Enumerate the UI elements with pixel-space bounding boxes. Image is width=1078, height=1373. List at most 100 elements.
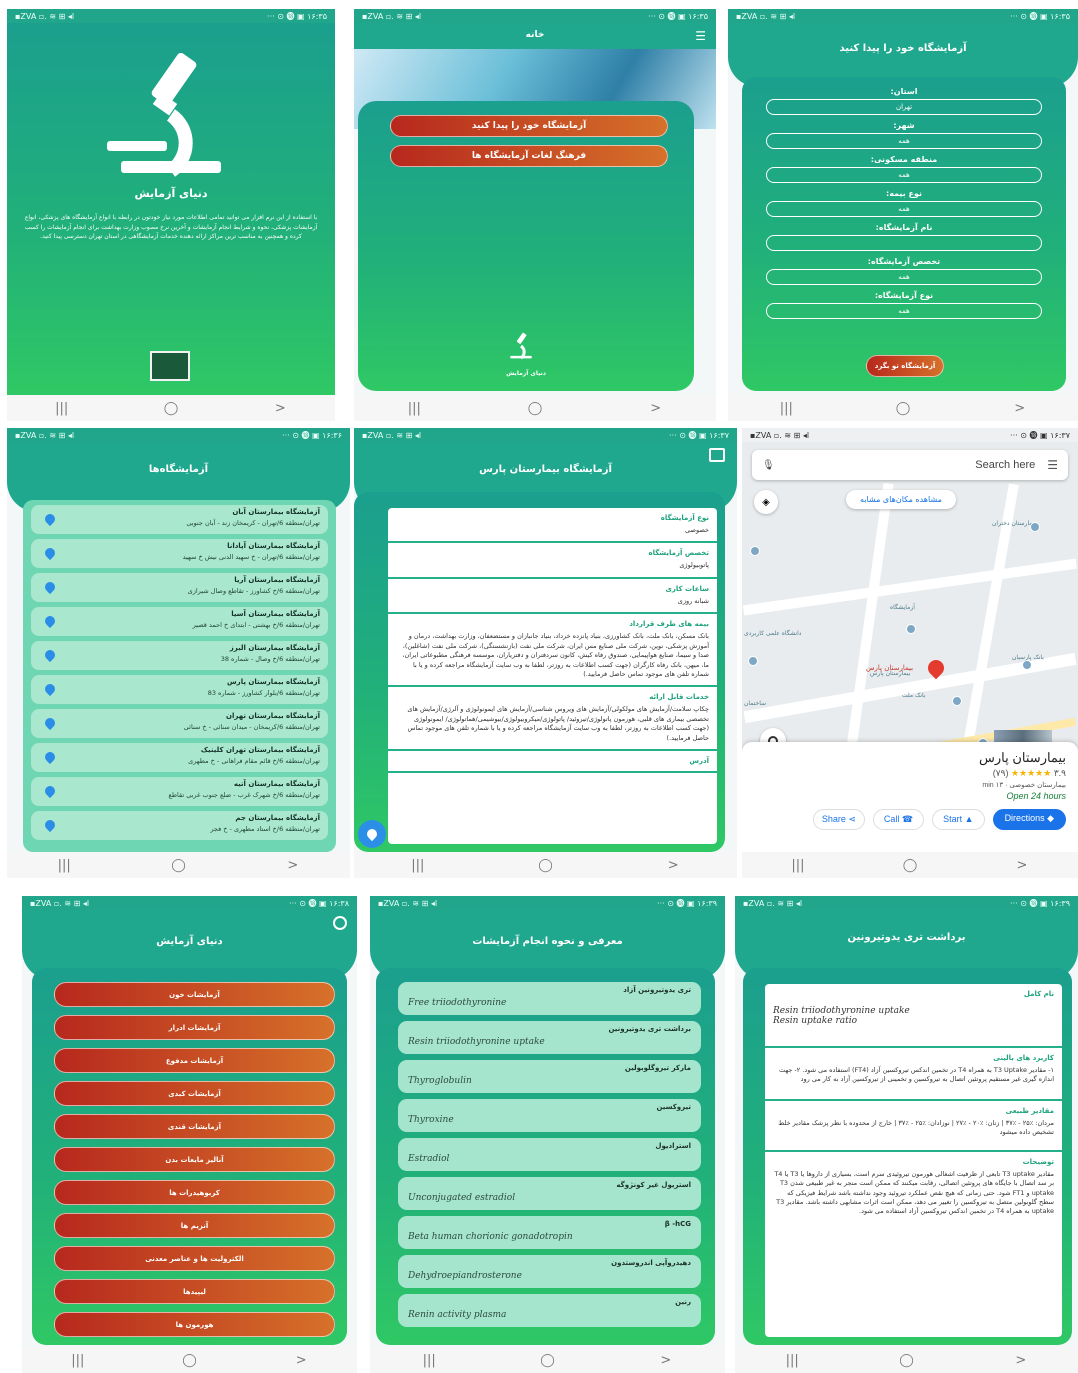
map-poi-icon[interactable] bbox=[748, 656, 758, 666]
category-button[interactable]: آزمایشات کبدی bbox=[54, 1081, 335, 1106]
start-button[interactable]: Start ▲ bbox=[932, 809, 985, 830]
home-button[interactable]: ◯ bbox=[156, 401, 186, 416]
recent-button[interactable]: ||| bbox=[49, 858, 79, 873]
menu-icon[interactable]: ☰ bbox=[695, 29, 706, 43]
home-button[interactable]: ◯ bbox=[520, 401, 550, 416]
test-list-item[interactable]: استرادیول Estradiol bbox=[398, 1138, 701, 1171]
categories-card: آزمایشات خون آزمایشات ادرار آزمایشات مدفوع… bbox=[32, 968, 347, 1345]
lab-list-item[interactable]: آزمایشگاه بیمارستان پارس تهران/منطقه 6/بل… bbox=[31, 675, 328, 704]
back-button[interactable]: > bbox=[1007, 858, 1037, 873]
lab-list-item[interactable]: آزمایشگاه بیمارستان البرز تهران/منطقه 6/خ… bbox=[31, 641, 328, 670]
lab-glossary-button[interactable]: فرهنگ لغات آزمایشگاه ها bbox=[390, 145, 668, 167]
map-poi-icon[interactable] bbox=[1030, 522, 1040, 532]
mic-icon[interactable]: 🎙 bbox=[762, 460, 775, 471]
lab-list-item[interactable]: آزمایشگاه بیمارستان آریا تهران/منطقه 6/خ … bbox=[31, 573, 328, 602]
back-button[interactable]: > bbox=[651, 1353, 681, 1368]
finder-field-select[interactable]: تهران bbox=[766, 99, 1042, 115]
back-button[interactable]: > bbox=[286, 1353, 316, 1368]
system-nav[interactable]: ||| ◯ > bbox=[354, 395, 716, 421]
test-list-item[interactable]: برداشت تری یدوتیرونین Resin triiodothyron… bbox=[398, 1021, 701, 1054]
map-poi-icon[interactable] bbox=[1022, 660, 1032, 670]
menu-icon[interactable]: ☰ bbox=[1047, 458, 1058, 472]
category-button[interactable]: آنالیز مایعات بدن bbox=[54, 1147, 335, 1172]
layers-button[interactable]: ◈ bbox=[754, 490, 778, 514]
system-nav[interactable]: ||| ◯ > bbox=[370, 1347, 725, 1373]
bookmark-icon[interactable] bbox=[709, 448, 725, 462]
finder-field-select[interactable]: همه bbox=[766, 133, 1042, 149]
lab-list-item[interactable]: آزمایشگاه بیمارستان تهران کلینیک تهران/من… bbox=[31, 743, 328, 772]
home-button[interactable]: ◯ bbox=[532, 1353, 562, 1368]
home-button[interactable]: ◯ bbox=[891, 1353, 921, 1368]
test-list-item[interactable]: تری یدوتیرونین آزاد Free triiodothyronine bbox=[398, 982, 701, 1015]
location-fab[interactable] bbox=[358, 820, 386, 848]
recent-button[interactable]: ||| bbox=[403, 858, 433, 873]
back-button[interactable]: > bbox=[1006, 1353, 1036, 1368]
category-button[interactable]: آزمایشات خون bbox=[54, 982, 335, 1007]
system-nav[interactable]: ||| ◯ > bbox=[7, 395, 335, 421]
system-nav[interactable]: ||| ◯ > bbox=[728, 395, 1078, 421]
normal-section: مقادیر طبیعی مردان: ٪۲۵ - ٪۳۷ | زنان: ٪۲… bbox=[765, 1101, 1062, 1152]
recent-button[interactable]: ||| bbox=[47, 401, 77, 416]
test-detail-content: برداشت تری یدوتیرونین نام کامل Resin tri… bbox=[735, 910, 1078, 1347]
finder-field-select[interactable]: همه bbox=[766, 269, 1042, 285]
share-button[interactable]: Share ⋖ bbox=[812, 809, 865, 830]
lab-list-item[interactable]: آزمایشگاه بیمارستان جم تهران/منطقه 6/خ اس… bbox=[31, 811, 328, 840]
system-nav[interactable]: ||| ◯ > bbox=[7, 852, 350, 878]
map-poi-icon[interactable] bbox=[750, 546, 760, 556]
back-button[interactable]: > bbox=[265, 401, 295, 416]
finder-field-select[interactable]: همه bbox=[766, 303, 1042, 319]
home-button[interactable]: ◯ bbox=[174, 1353, 204, 1368]
home-button[interactable]: ◯ bbox=[530, 858, 560, 873]
call-button[interactable]: Call ☎ bbox=[872, 809, 925, 830]
test-list-item[interactable]: استریول غیر کونژوگه Unconjugated estradio… bbox=[398, 1177, 701, 1210]
recent-button[interactable]: ||| bbox=[783, 858, 813, 873]
system-nav[interactable]: ||| ◯ > bbox=[22, 1347, 357, 1373]
home-button[interactable]: ◯ bbox=[888, 401, 918, 416]
category-button[interactable]: آنزیم ها bbox=[54, 1213, 335, 1238]
home-button[interactable]: ◯ bbox=[163, 858, 193, 873]
lab-list-item[interactable]: آزمایشگاه بیمارستان آبان تهران/منطقه 6/ته… bbox=[31, 505, 328, 534]
recent-button[interactable]: ||| bbox=[771, 401, 801, 416]
system-nav[interactable]: ||| ◯ > bbox=[354, 852, 737, 878]
recent-button[interactable]: ||| bbox=[777, 1353, 807, 1368]
finder-field-select[interactable]: همه bbox=[766, 201, 1042, 217]
lab-list-item[interactable]: آزمایشگاه بیمارستان تهران تهران/منطقه 6/ک… bbox=[31, 709, 328, 738]
test-list-item[interactable]: مارکر تیروگلوبولین Thyroglobulin bbox=[398, 1060, 701, 1093]
category-button[interactable]: کربوهیدرات ها bbox=[54, 1180, 335, 1205]
recent-button[interactable]: ||| bbox=[399, 401, 429, 416]
map-poi-icon[interactable] bbox=[952, 696, 962, 706]
similar-places-chip[interactable]: مشاهده مکان‌های مشابه bbox=[846, 490, 956, 509]
back-button[interactable]: > bbox=[658, 858, 688, 873]
test-list-item[interactable]: تیروکسین Thyroxine bbox=[398, 1099, 701, 1132]
lab-list-item[interactable]: آزمایشگاه بیمارستان آپادانا تهران/منطقه 6… bbox=[31, 539, 328, 568]
back-button[interactable]: > bbox=[278, 858, 308, 873]
back-button[interactable]: > bbox=[641, 401, 671, 416]
recent-button[interactable]: ||| bbox=[414, 1353, 444, 1368]
system-nav[interactable]: ||| ◯ > bbox=[742, 852, 1078, 878]
directions-button[interactable]: Directions ◆ bbox=[992, 809, 1066, 830]
search-bar[interactable]: 🎙 Search here ☰ bbox=[752, 450, 1068, 480]
lab-list-item[interactable]: آزمایشگاه بیمارستان آسیا تهران/منطقه 6/خ … bbox=[31, 607, 328, 636]
test-list-item[interactable]: دهیدروآپی اندروستدون Dehydroepiandrostero… bbox=[398, 1255, 701, 1288]
find-lab-button[interactable]: آزمایشگاه خود را پیدا کنید bbox=[390, 115, 668, 137]
home-button[interactable]: ◯ bbox=[895, 858, 925, 873]
category-button[interactable]: آزمایشات ادرار bbox=[54, 1015, 335, 1040]
category-button[interactable]: لیپیدها bbox=[54, 1279, 335, 1304]
category-button[interactable]: آزمایشات مدفوع bbox=[54, 1048, 335, 1073]
search-icon[interactable] bbox=[333, 916, 347, 930]
map-poi-icon[interactable] bbox=[906, 624, 916, 634]
finder-field-select[interactable]: همه bbox=[766, 167, 1042, 183]
test-list-item[interactable]: رنین Renin activity plasma bbox=[398, 1294, 701, 1327]
test-list-item[interactable]: β -hCG Beta human chorionic gonadotropin bbox=[398, 1216, 701, 1249]
lab-search-button[interactable]: آزمایشگاه تو بگرد bbox=[866, 355, 944, 377]
place-sheet[interactable]: بیمارستان پارس ٣.٩ ★★★★★ (٧٩) بیمارستان … bbox=[742, 742, 1078, 852]
category-button[interactable]: الکترولیت ها و عناصر معدنی bbox=[54, 1246, 335, 1271]
category-button[interactable]: هورمون ها bbox=[54, 1312, 335, 1337]
lab-list-item[interactable]: آزمایشگاه بیمارستان آتیه تهران/منطقه 6/خ … bbox=[31, 777, 328, 806]
back-button[interactable]: > bbox=[1005, 401, 1035, 416]
finder-field-select[interactable] bbox=[766, 235, 1042, 251]
system-nav[interactable]: ||| ◯ > bbox=[735, 1347, 1078, 1373]
recent-button[interactable]: ||| bbox=[63, 1353, 93, 1368]
app-title: دنیای آزمایش bbox=[134, 187, 208, 200]
category-button[interactable]: آزمایشات قندی bbox=[54, 1114, 335, 1139]
